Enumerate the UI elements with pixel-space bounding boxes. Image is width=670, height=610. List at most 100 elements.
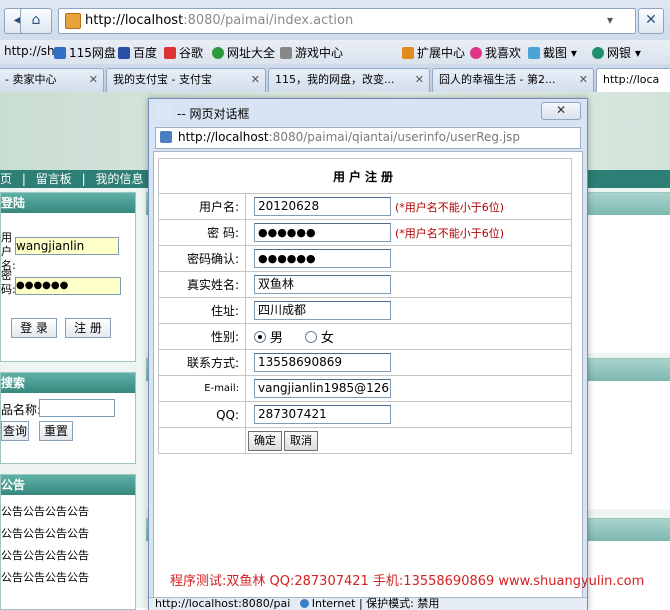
tab-video[interactable]: 囧人的幸福生活 - 第2... ✕ bbox=[432, 68, 594, 92]
bookmark-item[interactable]: 百度 bbox=[118, 44, 157, 61]
dialog-url-host: http://localhost bbox=[178, 130, 269, 144]
home-button[interactable]: ⌂ bbox=[20, 8, 52, 34]
dialog-page-icon bbox=[155, 105, 171, 119]
refresh-button[interactable]: ✕ bbox=[638, 8, 664, 34]
tab-alipay[interactable]: 我的支付宝 - 支付宝 ✕ bbox=[106, 68, 266, 92]
bookmark-item[interactable]: 游戏中心 bbox=[280, 44, 343, 61]
qq-input[interactable]: 287307421 bbox=[254, 405, 391, 424]
dialog-title: -- 网页对话框 bbox=[177, 107, 250, 121]
password-hint: (*用户名不能小于6位) bbox=[395, 226, 505, 240]
bookmark-item[interactable]: 115网盘 bbox=[54, 44, 116, 61]
realname-input[interactable]: 双鱼林 bbox=[254, 275, 391, 294]
reset-button[interactable]: 重置 bbox=[39, 421, 73, 441]
browser-toolbar: ◀ ⌂ http://localhost:8080/paimai/index.a… bbox=[0, 0, 670, 41]
password-input[interactable]: ●●●●●● bbox=[254, 223, 391, 242]
dropdown-arrow-icon[interactable]: ▾ bbox=[607, 13, 613, 27]
cancel-button[interactable]: 取消 bbox=[284, 430, 318, 451]
realname-label: 真实姓名: bbox=[158, 271, 246, 298]
heart-icon bbox=[470, 47, 482, 59]
gender-label: 性别: bbox=[158, 323, 246, 350]
login-password-input[interactable]: ●●●●●● bbox=[15, 277, 121, 295]
bookmark-item[interactable]: 我喜欢 bbox=[470, 44, 521, 61]
login-panel-title: 登陆 bbox=[1, 193, 135, 213]
notice-panel-title: 公告 bbox=[1, 475, 135, 495]
gender-female-radio[interactable] bbox=[304, 330, 317, 343]
bookmark-item[interactable]: 谷歌 bbox=[164, 44, 203, 61]
url-path: :8080/paimai/index.action bbox=[183, 13, 354, 28]
bookmark-icon bbox=[54, 47, 66, 59]
user-label: 用户名: bbox=[1, 231, 15, 272]
tab-115[interactable]: 115，我的网盘，改变... ✕ bbox=[268, 68, 430, 92]
notice-item[interactable]: 公告公告公告公告 bbox=[1, 525, 89, 541]
product-name-label: 品名称: bbox=[1, 403, 42, 417]
gender-female-label: 女 bbox=[320, 331, 334, 346]
gender-male-radio[interactable] bbox=[254, 330, 266, 343]
site-icon bbox=[65, 13, 81, 29]
globe-icon bbox=[299, 599, 309, 608]
tab-seller-center[interactable]: - 卖家中心 ✕ bbox=[0, 68, 104, 92]
bookmark-item[interactable]: 网址大全 bbox=[212, 44, 275, 61]
close-icon: ✕ bbox=[555, 103, 567, 117]
globe-icon bbox=[212, 47, 224, 59]
username-hint: (*用户名不能小于6位) bbox=[395, 200, 505, 214]
home-icon: ⌂ bbox=[31, 12, 41, 28]
bookmark-item[interactable]: http://sh bbox=[4, 44, 55, 58]
close-tab-icon[interactable]: ✕ bbox=[251, 69, 260, 91]
register-button[interactable]: 注 册 bbox=[65, 318, 111, 338]
form-heading: 用户注册 bbox=[158, 158, 572, 194]
dialog-content: 用户注册 用户名: 20120628 (*用户名不能小于6位) 密 码: ●●●●… bbox=[153, 151, 644, 599]
confirm-password-input[interactable]: ●●●●●● bbox=[254, 249, 391, 268]
nav-item[interactable]: 页 bbox=[0, 172, 12, 186]
close-tab-icon[interactable]: ✕ bbox=[415, 69, 424, 91]
bank-icon bbox=[592, 47, 604, 59]
login-username-input[interactable]: wangjianlin bbox=[15, 237, 119, 255]
scissors-icon bbox=[528, 47, 540, 59]
bookmarks-bar: http://sh 115网盘 百度 谷歌 网址大全 游戏中心 扩展中心 我喜欢… bbox=[0, 40, 670, 65]
qq-label: QQ: bbox=[158, 401, 246, 428]
registration-form: 用户注册 用户名: 20120628 (*用户名不能小于6位) 密 码: ●●●●… bbox=[158, 158, 572, 454]
product-name-input[interactable] bbox=[39, 399, 115, 417]
status-zone: Internet | 保护模式: 禁用 bbox=[311, 597, 440, 610]
search-panel-title: 搜索 bbox=[1, 373, 135, 393]
nav-item[interactable]: 我的信息 bbox=[95, 172, 143, 186]
dialog-url-path: :8080/paimai/qiantai/userinfo/userReg.js… bbox=[268, 130, 521, 144]
username-input[interactable]: 20120628 bbox=[254, 197, 391, 216]
submit-button[interactable]: 确定 bbox=[248, 430, 282, 451]
dialog-close-button[interactable]: ✕ bbox=[541, 102, 581, 120]
tab-localhost[interactable]: http://loca bbox=[596, 68, 670, 92]
notice-item[interactable]: 公告公告公告公告 bbox=[1, 503, 89, 519]
ie-page-icon bbox=[160, 131, 172, 143]
bookmark-item[interactable]: 扩展中心 bbox=[402, 44, 465, 61]
nav-item[interactable]: 留言板 bbox=[36, 172, 72, 186]
gamepad-icon bbox=[280, 47, 292, 59]
status-url: http://localhost:8080/pai bbox=[155, 597, 291, 610]
address-bar[interactable]: http://localhost:8080/paimai/index.actio… bbox=[58, 8, 636, 34]
email-input[interactable]: vangjianlin1985@126.com bbox=[254, 379, 391, 398]
footer-credit: 程序测试:双鱼林 QQ:287307421 手机:13558690869 www… bbox=[170, 574, 645, 589]
email-label: E-mail: bbox=[158, 375, 246, 402]
dialog-address-bar: http://localhost:8080/paimai/qiantai/use… bbox=[155, 127, 581, 149]
login-panel: 登陆 用户名: wangjianlin 密码: ●●●●●● 登 录 注 册 bbox=[0, 192, 136, 362]
url-host: http://localhost bbox=[85, 13, 184, 28]
bookmark-item[interactable]: 截图 ▾ bbox=[528, 44, 577, 61]
query-button[interactable]: 查询 bbox=[1, 421, 29, 441]
google-icon bbox=[164, 47, 176, 59]
search-panel: 搜索 品名称: 查询 重置 bbox=[0, 372, 136, 464]
dialog-status-bar: http://localhost:8080/pai Internet | 保护模… bbox=[149, 597, 587, 610]
bookmark-item[interactable]: 网银 ▾ bbox=[592, 44, 641, 61]
address-label: 住址: bbox=[158, 297, 246, 324]
web-dialog: -- 网页对话框 ✕ http://localhost:8080/paimai/… bbox=[148, 98, 644, 610]
phone-label: 联系方式: bbox=[158, 349, 246, 376]
puzzle-icon bbox=[402, 47, 414, 59]
password-label: 密 码: bbox=[158, 219, 246, 246]
notice-item[interactable]: 公告公告公告公告 bbox=[1, 569, 89, 585]
tab-bar: - 卖家中心 ✕ 我的支付宝 - 支付宝 ✕ 115，我的网盘，改变... ✕ 囧人的… bbox=[0, 64, 670, 93]
notice-panel: 公告 公告公告公告公告 公告公告公告公告 公告公告公告公告 公告公告公告公告 bbox=[0, 474, 136, 610]
login-button[interactable]: 登 录 bbox=[11, 318, 57, 338]
paw-icon bbox=[118, 47, 130, 59]
phone-input[interactable]: 13558690869 bbox=[254, 353, 391, 372]
notice-item[interactable]: 公告公告公告公告 bbox=[1, 547, 89, 563]
close-tab-icon[interactable]: ✕ bbox=[89, 69, 98, 91]
address-input[interactable]: 四川成都 bbox=[254, 301, 391, 320]
close-tab-icon[interactable]: ✕ bbox=[579, 69, 588, 91]
